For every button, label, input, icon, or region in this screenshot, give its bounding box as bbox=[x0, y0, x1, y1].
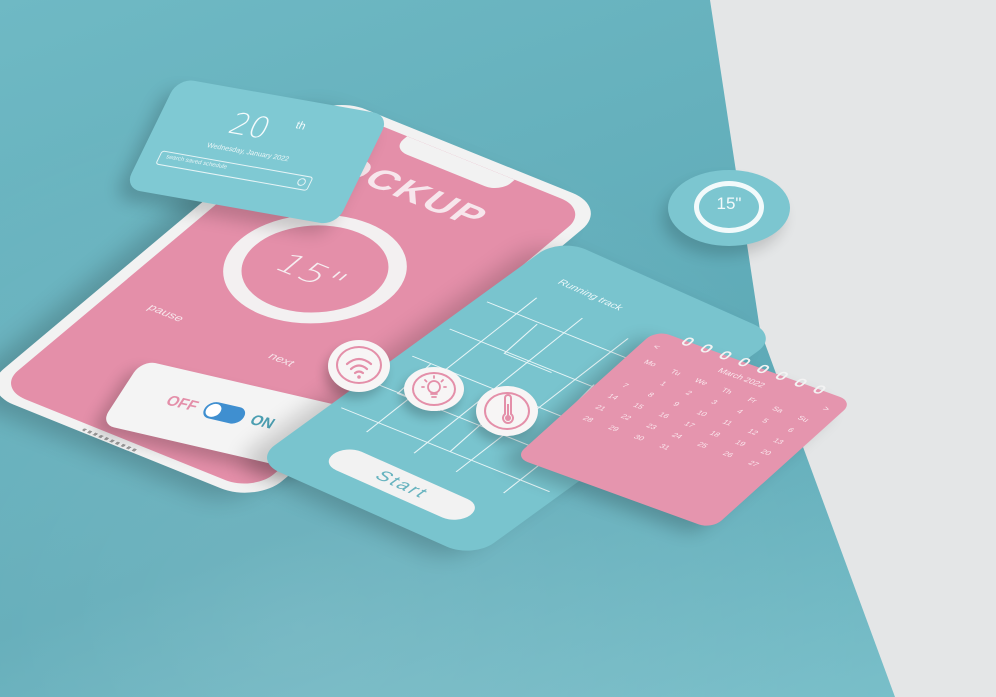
binder-ring bbox=[736, 357, 753, 368]
binder-ring bbox=[774, 370, 790, 381]
next-button[interactable]: next bbox=[265, 351, 298, 369]
thermometer-badge[interactable] bbox=[476, 386, 538, 436]
wifi-badge[interactable] bbox=[328, 340, 390, 392]
binder-ring bbox=[717, 350, 734, 361]
calendar-day[interactable]: 6 bbox=[775, 423, 807, 438]
search-placeholder: search saved schedule bbox=[164, 154, 228, 171]
toggle-on-label: ON bbox=[246, 411, 279, 432]
floating-timer-value: 15" bbox=[716, 194, 742, 213]
calendar-prev-button[interactable]: < bbox=[651, 343, 663, 351]
toggle-knob bbox=[202, 402, 225, 419]
binder-ring bbox=[698, 343, 715, 354]
lightbulb-badge[interactable] bbox=[404, 367, 464, 411]
power-toggle[interactable] bbox=[199, 400, 249, 426]
calendar-next-button[interactable]: > bbox=[821, 405, 833, 413]
timer-value: 15" bbox=[265, 247, 357, 298]
date-day: 20 bbox=[222, 106, 277, 147]
binder-ring bbox=[755, 363, 772, 375]
toggle-row: OFF ON bbox=[162, 392, 279, 432]
calendar-day[interactable]: 31 bbox=[649, 440, 681, 455]
calendar-weekday: Su bbox=[795, 414, 811, 424]
search-icon[interactable] bbox=[295, 177, 308, 187]
wifi-icon bbox=[345, 357, 373, 379]
calendar-day[interactable]: 27 bbox=[738, 456, 770, 471]
calendar-day[interactable]: 13 bbox=[763, 434, 795, 449]
lightbulb-icon bbox=[421, 375, 447, 398]
scene: MOCKUP 15" pause next 20 th Wednesday, J… bbox=[0, 0, 996, 697]
thermometer-icon bbox=[502, 394, 514, 424]
running-track-title: Running track bbox=[554, 278, 626, 313]
date-suffix: th bbox=[293, 119, 308, 133]
floating-timer-disc: 15" bbox=[668, 170, 790, 246]
calendar-day[interactable]: 20 bbox=[750, 445, 782, 460]
binder-ring bbox=[792, 377, 809, 388]
toggle-off-label: OFF bbox=[162, 392, 202, 415]
pause-button[interactable]: pause bbox=[145, 302, 188, 324]
